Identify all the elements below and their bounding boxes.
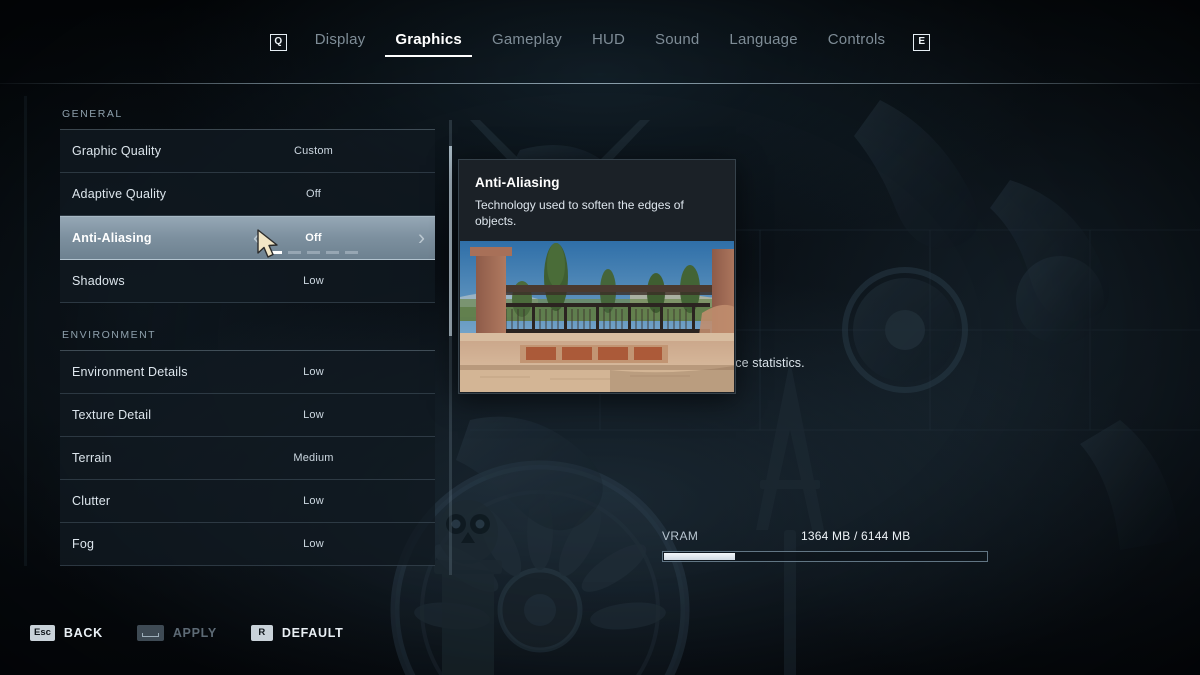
setting-value: Low xyxy=(303,538,324,550)
section-environment: ENVIRONMENT Environment Details Low Text… xyxy=(60,329,435,566)
vram-value: 1364 MB / 6144 MB xyxy=(801,529,911,543)
setting-label: Shadows xyxy=(72,274,125,288)
footer-apply-action[interactable]: APPLY xyxy=(136,625,217,641)
step-dash-5 xyxy=(345,251,358,254)
tab-gameplay[interactable]: Gameplay xyxy=(490,27,564,57)
tooltip-description: Technology used to soften the edges of o… xyxy=(475,198,684,229)
tab-controls[interactable]: Controls xyxy=(826,27,887,57)
setting-row-fog[interactable]: Fog Low xyxy=(60,523,435,566)
step-dash-4 xyxy=(326,251,339,254)
setting-label: Clutter xyxy=(72,494,111,508)
mouse-cursor xyxy=(256,229,282,259)
footer-action-bar: Esc BACK APPLY R DEFAULT xyxy=(30,625,343,641)
back-label: BACK xyxy=(63,626,103,640)
scrollbar-thumb[interactable] xyxy=(449,146,452,336)
settings-tab-bar: Q Display Graphics Gameplay HUD Sound La… xyxy=(0,0,1200,84)
setting-label: Anti-Aliasing xyxy=(72,231,152,245)
setting-row-texture-detail[interactable]: Texture Detail Low xyxy=(60,394,435,437)
vram-label: VRAM xyxy=(662,529,699,543)
tab-graphics[interactable]: Graphics xyxy=(385,27,472,57)
tab-hud[interactable]: HUD xyxy=(590,27,627,57)
r-key-badge: R xyxy=(250,625,273,641)
spacebar-key-badge xyxy=(136,625,164,641)
section-general: GENERAL Graphic Quality Custom Adaptive … xyxy=(60,108,435,303)
chevron-right-icon[interactable]: › xyxy=(418,228,425,249)
nav-divider xyxy=(0,83,1200,84)
next-tab-key-badge[interactable]: E xyxy=(913,33,931,51)
setting-label: Terrain xyxy=(72,451,112,465)
settings-scrollbar[interactable] xyxy=(449,120,452,575)
setting-label: Texture Detail xyxy=(72,408,152,422)
step-dash-2 xyxy=(288,251,301,254)
vram-progress-fill xyxy=(664,553,736,560)
esc-key-badge: Esc xyxy=(30,625,55,641)
setting-row-shadows[interactable]: Shadows Low xyxy=(60,260,435,303)
apply-label: APPLY xyxy=(172,626,217,640)
setting-value: Low xyxy=(303,495,324,507)
footer-back-action[interactable]: Esc BACK xyxy=(30,625,103,641)
vram-header: VRAM 1364 MB / 6144 MB xyxy=(662,529,988,546)
tab-sound[interactable]: Sound xyxy=(653,27,701,57)
setting-value: Medium xyxy=(293,452,334,464)
section-title-environment: ENVIRONMENT xyxy=(62,329,157,341)
setting-label: Fog xyxy=(72,537,95,551)
setting-row-graphic-quality[interactable]: Graphic Quality Custom xyxy=(60,130,435,173)
prev-tab-key-badge[interactable]: Q xyxy=(269,33,287,51)
tab-language[interactable]: Language xyxy=(727,27,799,57)
section-title-general: GENERAL xyxy=(62,108,123,120)
setting-label: Adaptive Quality xyxy=(72,187,167,201)
setting-row-terrain[interactable]: Terrain Medium xyxy=(60,437,435,480)
setting-row-environment-details[interactable]: Environment Details Low xyxy=(60,351,435,394)
setting-tooltip-panel: Anti-Aliasing Technology used to soften … xyxy=(458,159,736,395)
tab-list: Q Display Graphics Gameplay HUD Sound La… xyxy=(269,27,931,57)
step-dash-3 xyxy=(307,251,320,254)
setting-label: Environment Details xyxy=(72,365,188,379)
vram-progress-bar xyxy=(662,551,988,562)
footer-default-action[interactable]: R DEFAULT xyxy=(250,625,344,641)
setting-row-anti-aliasing[interactable]: Anti-Aliasing ‹ Off › xyxy=(60,216,435,260)
setting-label: Graphic Quality xyxy=(72,144,162,158)
default-label: DEFAULT xyxy=(281,626,344,640)
setting-row-clutter[interactable]: Clutter Low xyxy=(60,480,435,523)
setting-step-indicator xyxy=(60,251,435,254)
setting-row-adaptive-quality[interactable]: Adaptive Quality Off xyxy=(60,173,435,216)
settings-panel: GENERAL Graphic Quality Custom Adaptive … xyxy=(60,108,435,566)
tab-display[interactable]: Display xyxy=(313,27,368,57)
tooltip-preview-image xyxy=(460,241,734,393)
tooltip-title: Anti-Aliasing xyxy=(475,175,560,190)
vram-meter: VRAM 1364 MB / 6144 MB xyxy=(662,529,988,562)
